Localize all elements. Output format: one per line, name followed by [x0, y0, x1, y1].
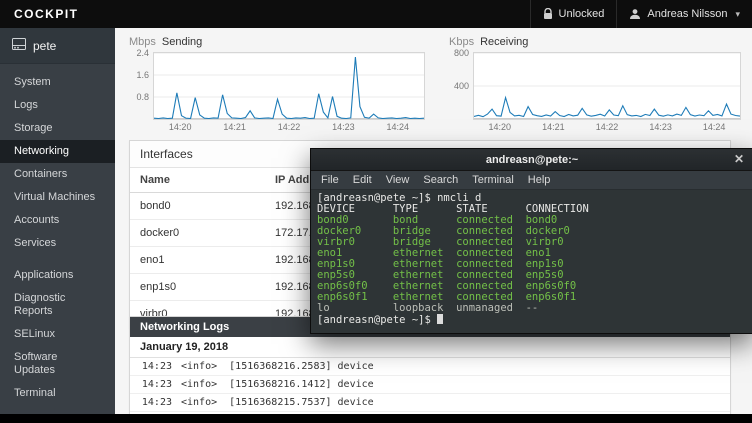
x-tick-label: 14:21 — [542, 122, 565, 132]
x-tick-label: 14:20 — [169, 122, 192, 132]
sidebar-item-services[interactable]: Services — [0, 232, 115, 255]
close-icon[interactable]: ✕ — [734, 149, 744, 170]
terminal-cursor — [437, 314, 443, 324]
x-tick-label: 14:24 — [703, 122, 726, 132]
chart-xlabels-1: 14:20 14:21 14:22 14:23 14:24 — [473, 122, 741, 132]
cockpit-logo: COCKPIT — [0, 7, 93, 21]
log-time: 14:23 — [134, 361, 172, 372]
y-tick-label: 800 — [454, 48, 469, 58]
log-entry[interactable]: 14:23 <info> [1516368216.2583] device — [130, 358, 730, 376]
terminal-line: [andreasn@pete ~]$ — [317, 314, 747, 326]
terminal-line: lo loopback unmanaged -- — [317, 303, 747, 314]
log-entry[interactable]: 14:23 <info> [1516368216.1412] device — [130, 376, 730, 394]
server-icon — [12, 38, 26, 53]
sidebar-item-applications[interactable]: Applications — [0, 264, 115, 287]
interface-name: bond0 — [130, 193, 265, 220]
sidebar-item-diagnostic-reports[interactable]: Diagnostic Reports — [0, 287, 115, 323]
top-bar: COCKPIT Unlocked Andreas Nilsson ▾ — [0, 0, 752, 28]
host-switcher[interactable]: pete — [0, 28, 115, 64]
sidebar-item-networking[interactable]: Networking — [0, 140, 115, 163]
log-time: 14:23 — [134, 397, 172, 408]
unlocked-label: Unlocked — [559, 8, 605, 20]
logs-date-label: January 19, 2018 — [130, 337, 730, 358]
x-tick-label: 14:21 — [223, 122, 246, 132]
interface-name: eno1 — [130, 247, 265, 274]
chart-ylabels-0: 0.81.62.4 — [129, 52, 153, 120]
x-tick-label: 14:24 — [386, 122, 409, 132]
sending-chart: MbpsSending 0.81.62.4 14:2014:2114:2214:… — [129, 36, 425, 132]
lock-icon — [543, 8, 553, 20]
menu-terminal[interactable]: Terminal — [465, 172, 521, 188]
host-name-label: pete — [33, 39, 56, 53]
sending-chart-header: Mbps Sending — [129, 36, 425, 48]
log-time: 14:23 — [134, 379, 172, 390]
menu-view[interactable]: View — [379, 172, 417, 188]
log-message: <info> [1516368215.7537] device — [181, 397, 374, 408]
menu-edit[interactable]: Edit — [346, 172, 379, 188]
sidebar-nav: SystemLogsStorageNetworkingContainersVir… — [0, 64, 115, 405]
receiving-title: Receiving — [480, 36, 528, 48]
bottom-screen-strip — [0, 414, 752, 423]
sidebar-item-logs[interactable]: Logs — [0, 94, 115, 117]
menu-search[interactable]: Search — [416, 172, 465, 188]
x-tick-label: 14:22 — [596, 122, 619, 132]
menu-help[interactable]: Help — [521, 172, 558, 188]
log-entries: 14:23<info> [1516368216.2583] device14:2… — [130, 358, 730, 414]
interface-name: docker0 — [130, 220, 265, 247]
sending-title: Sending — [162, 36, 202, 48]
sidebar-item-system[interactable]: System — [0, 71, 115, 94]
sidebar-item-terminal[interactable]: Terminal — [0, 382, 115, 405]
y-tick-label: 1.6 — [136, 70, 149, 80]
caret-down-icon: ▾ — [735, 9, 740, 20]
x-tick-label: 14:23 — [332, 122, 355, 132]
chart-xlabels-0: 14:20 14:21 14:22 14:23 14:24 — [153, 122, 425, 132]
terminal-title: andreasn@pete:~ — [486, 154, 578, 166]
sidebar-item-software-updates[interactable]: Software Updates — [0, 346, 115, 382]
x-tick-label: 14:20 — [489, 122, 512, 132]
receiving-chart-header: Kbps Receiving — [449, 36, 741, 48]
unlocked-button[interactable]: Unlocked — [530, 0, 617, 28]
interface-name: enp1s0 — [130, 274, 265, 301]
log-message: <info> [1516368216.1412] device — [181, 379, 374, 390]
x-tick-label: 14:22 — [278, 122, 301, 132]
terminal-titlebar[interactable]: andreasn@pete:~ ✕ — [311, 149, 752, 171]
column-header-name: Name — [130, 168, 265, 193]
y-tick-label: 0.8 — [136, 92, 149, 102]
receiving-chart: KbpsReceiving 400800 14:2014:2114:2214:2… — [449, 36, 741, 132]
terminal-window: andreasn@pete:~ ✕ FileEditViewSearchTerm… — [310, 148, 752, 334]
sidebar-item-containers[interactable]: Containers — [0, 163, 115, 186]
user-name-label: Andreas Nilsson — [647, 8, 727, 20]
log-entry[interactable]: 14:23 <info> [1516368215.7537] device — [130, 394, 730, 412]
menu-file[interactable]: File — [314, 172, 346, 188]
topbar-right: Unlocked Andreas Nilsson ▾ — [530, 0, 752, 28]
log-message: <info> [1516368216.2583] device — [181, 361, 374, 372]
terminal-output[interactable]: [andreasn@pete ~]$ nmcli dDEVICE TYPE ST… — [311, 190, 752, 333]
sidebar-item-accounts[interactable]: Accounts — [0, 209, 115, 232]
chart-plot-1 — [473, 52, 741, 120]
user-menu-button[interactable]: Andreas Nilsson ▾ — [616, 0, 752, 28]
terminal-menubar: FileEditViewSearchTerminalHelp — [311, 171, 752, 190]
sidebar-item-selinux[interactable]: SELinux — [0, 323, 115, 346]
user-icon — [629, 8, 641, 20]
y-tick-label: 400 — [454, 81, 469, 91]
receiving-unit-label: Kbps — [449, 36, 474, 48]
x-tick-label: 14:23 — [649, 122, 672, 132]
sending-unit-label: Mbps — [129, 36, 156, 48]
sidebar-item-virtual-machines[interactable]: Virtual Machines — [0, 186, 115, 209]
chart-ylabels-1: 400800 — [449, 52, 473, 120]
y-tick-label: 2.4 — [136, 48, 149, 58]
sidebar: pete SystemLogsStorageNetworkingContaine… — [0, 28, 115, 414]
chart-plot-0 — [153, 52, 425, 120]
sidebar-item-storage[interactable]: Storage — [0, 117, 115, 140]
